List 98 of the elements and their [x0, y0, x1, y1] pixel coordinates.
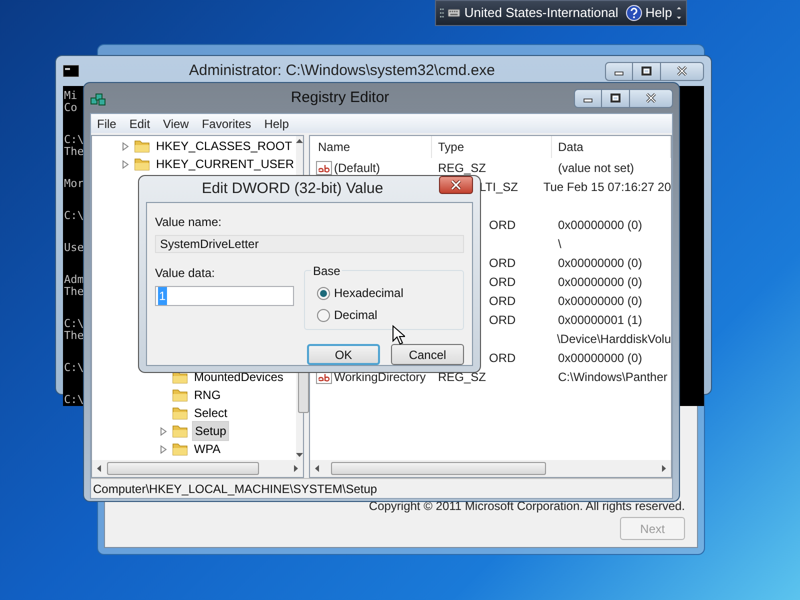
table-cell-text: 0x00000000 (0) — [558, 216, 642, 234]
table-cell-text: LTI_SZ — [480, 178, 518, 196]
console-line: Use — [64, 242, 84, 254]
keyboard-icon — [448, 7, 460, 19]
table-cell-text: Tue Feb 15 07:16:27 20 — [543, 178, 671, 196]
keyboard-layout-label[interactable]: United States-International — [464, 3, 618, 23]
table-cell-text: REG_SZ — [438, 160, 486, 176]
console-line: C:\ — [64, 318, 84, 330]
minimize-button[interactable] — [605, 62, 633, 80]
scrollbar-thumb[interactable] — [107, 462, 259, 475]
copyright-text: Copyright © 2011 Microsoft Corporation. All rights reserved. — [368, 498, 685, 515]
scrollbar-thumb[interactable] — [298, 371, 310, 413]
radio-button[interactable] — [317, 286, 330, 300]
close-button[interactable] — [660, 62, 704, 80]
help-link[interactable]: Help — [645, 3, 672, 23]
scroll-right-icon — [294, 465, 299, 472]
table-cell-text: WorkingDirectory — [334, 368, 426, 386]
table-cell-text: \Device\HarddiskVolu — [556, 330, 671, 348]
field-label: Value data: — [155, 265, 216, 282]
dialog-button[interactable]: OK — [307, 344, 380, 365]
column-header[interactable]: Name — [310, 136, 432, 158]
scroll-down-icon — [296, 453, 304, 458]
folder-icon — [172, 370, 188, 384]
window-title: Registry Editor — [290, 88, 390, 108]
folder-icon — [172, 442, 188, 456]
scrollbar-thumb[interactable] — [331, 462, 546, 475]
console-line: The — [64, 330, 84, 342]
table-cell-text: (Default) — [334, 160, 380, 176]
help-icon — [626, 5, 642, 21]
tree-item[interactable]: RNG — [192, 386, 223, 404]
close-icon — [645, 93, 657, 103]
maximize-icon — [641, 66, 652, 76]
table-cell-text: 0x00000000 (0) — [558, 350, 642, 366]
table-cell-text: (value not set) — [558, 160, 634, 176]
tree-item[interactable]: HKEY_CLASSES_ROOT — [154, 137, 294, 155]
scroll-up-icon — [296, 138, 304, 143]
dialog-title: Edit DWORD (32-bit) Value — [200, 178, 384, 199]
table-cell-text: ORD — [489, 254, 516, 272]
radio-button[interactable] — [317, 308, 330, 322]
table-cell-text: \ — [558, 236, 562, 252]
radio-label[interactable]: Decimal — [334, 306, 378, 324]
close-button[interactable] — [439, 176, 473, 194]
tree-item[interactable]: HKEY_CURRENT_USER — [154, 155, 296, 173]
field-label: Value name: — [155, 214, 222, 231]
scroll-left-icon — [96, 465, 101, 472]
console-line: C:\ — [64, 394, 84, 406]
menu-item[interactable]: Favorites — [202, 114, 252, 132]
folder-icon — [172, 424, 188, 438]
tree-item[interactable]: WPA — [192, 440, 222, 458]
column-header[interactable]: Type — [432, 136, 552, 158]
string-value-icon — [316, 160, 332, 174]
maximize-button[interactable] — [602, 88, 629, 108]
table-cell-text: ORD — [489, 292, 516, 310]
status-bar: Computer\HKEY_LOCAL_MACHINE\SYSTEM\Setup — [91, 478, 672, 498]
tree-item[interactable]: Setup — [192, 421, 230, 441]
console-line: Mor — [64, 178, 84, 190]
console-line: The — [64, 286, 84, 298]
column-header[interactable]: Data — [552, 136, 671, 158]
table-cell-text: REG_SZ — [438, 368, 486, 386]
table-cell-text: ORD — [489, 312, 516, 328]
folder-icon — [172, 388, 188, 402]
table-cell-text: ORD — [489, 216, 516, 234]
menu-item[interactable]: View — [163, 114, 189, 132]
table-cell-text: ORD — [489, 274, 516, 290]
mouse-cursor-icon — [392, 325, 405, 345]
value-name-field: SystemDriveLetter — [155, 235, 464, 253]
maximize-icon — [610, 93, 621, 103]
table-cell-text: 0x00000000 (0) — [558, 292, 642, 310]
console-line: C:\ — [64, 134, 84, 146]
menu-item[interactable]: Edit — [129, 114, 150, 132]
close-button[interactable] — [629, 88, 673, 108]
table-cell-text: 0x00000000 (0) — [558, 254, 642, 272]
minimize-button[interactable] — [574, 88, 602, 108]
scroll-left-icon — [314, 465, 319, 472]
menu-item[interactable]: Help — [264, 114, 289, 132]
close-icon — [450, 180, 462, 190]
console-line: Co — [64, 102, 78, 114]
table-cell-text: 0x00000000 (0) — [558, 274, 642, 290]
scroll-right-icon — [662, 465, 667, 472]
tree-item[interactable]: Select — [192, 404, 230, 422]
table-cell-text: C:\Windows\Panther — [558, 368, 668, 386]
table-cell-text: 0x00000001 (1) — [558, 312, 642, 328]
console-line: C:\ — [64, 362, 84, 374]
console-line: C:\ — [64, 210, 84, 222]
console-icon — [63, 65, 79, 77]
radio-label[interactable]: Hexadecimal — [334, 284, 404, 302]
folder-icon — [134, 157, 150, 171]
console-line: Mi — [64, 90, 78, 102]
console-line: Adm — [64, 274, 84, 286]
maximize-button[interactable] — [633, 62, 660, 80]
folder-icon — [172, 406, 188, 420]
folder-icon — [134, 139, 150, 153]
close-icon — [676, 66, 688, 76]
table-cell-text: ORD — [489, 350, 516, 366]
menu-item[interactable]: File — [97, 114, 116, 132]
window-title: Administrator: C:\Windows\system32\cmd.exe — [188, 60, 496, 81]
console-line: The — [64, 146, 84, 158]
dialog-button[interactable]: Cancel — [391, 344, 464, 365]
